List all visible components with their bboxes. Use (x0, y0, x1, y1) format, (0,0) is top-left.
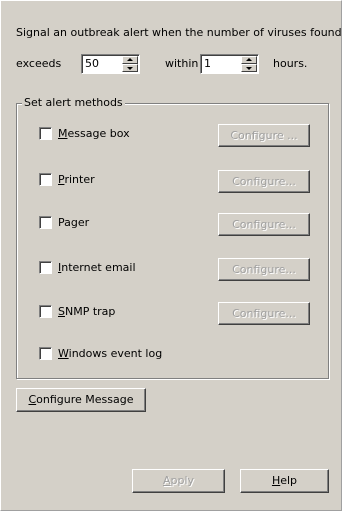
configure-printer-button[interactable]: Configure... (218, 170, 310, 193)
method-label: Pager (58, 215, 90, 229)
arrow-down-icon (127, 67, 133, 70)
arrow-up-icon (127, 58, 133, 61)
within-increment-button[interactable] (241, 56, 257, 64)
arrow-down-icon (246, 67, 252, 70)
within-decrement-button[interactable] (241, 64, 257, 72)
within-spinner[interactable]: 1 (200, 54, 259, 74)
method-message-box[interactable]: Message box (39, 125, 130, 141)
configure-internet-email-button[interactable]: Configure... (218, 258, 310, 281)
configure-message-box-button[interactable]: Configure ... (218, 124, 310, 147)
hours-label: hours. (273, 57, 308, 70)
arrow-up-icon (246, 58, 252, 61)
message-box-checkbox[interactable] (39, 126, 52, 140)
snmp-trap-checkbox[interactable] (39, 304, 52, 318)
method-label: Message box (58, 126, 130, 140)
configure-message-button[interactable]: Configure Message (16, 388, 146, 412)
alert-methods-title: Set alert methods (22, 96, 125, 109)
exceeds-spinner[interactable]: 50 (81, 54, 140, 74)
exceeds-decrement-button[interactable] (122, 64, 138, 72)
method-snmp-trap[interactable]: SNMP trap (39, 303, 115, 319)
within-label: within (165, 57, 199, 70)
threshold-description: Signal an outbreak alert when the number… (16, 26, 342, 39)
within-value[interactable]: 1 (204, 57, 211, 70)
method-label: Internet email (58, 260, 136, 274)
method-internet-email[interactable]: Internet email (39, 259, 136, 275)
printer-checkbox[interactable] (39, 172, 52, 186)
method-label: Printer (58, 172, 95, 186)
method-pager[interactable]: Pager (39, 214, 89, 230)
exceeds-label: exceeds (16, 57, 62, 70)
exceeds-value[interactable]: 50 (85, 57, 99, 70)
exceeds-increment-button[interactable] (122, 56, 138, 64)
configure-pager-button[interactable]: Configure... (218, 213, 310, 236)
windows-event-log-checkbox[interactable] (39, 346, 52, 360)
method-label: Windows event log (58, 346, 163, 360)
method-windows-event-log[interactable]: Windows event log (39, 345, 162, 361)
configure-snmp-trap-button[interactable]: Configure... (218, 302, 310, 325)
pager-checkbox[interactable] (39, 215, 52, 229)
dialog-panel: Signal an outbreak alert when the number… (0, 0, 342, 511)
help-button[interactable]: Help (240, 469, 329, 493)
internet-email-checkbox[interactable] (39, 260, 52, 274)
method-printer[interactable]: Printer (39, 171, 95, 187)
method-label: SNMP trap (58, 304, 116, 318)
apply-button[interactable]: Apply (132, 469, 225, 493)
